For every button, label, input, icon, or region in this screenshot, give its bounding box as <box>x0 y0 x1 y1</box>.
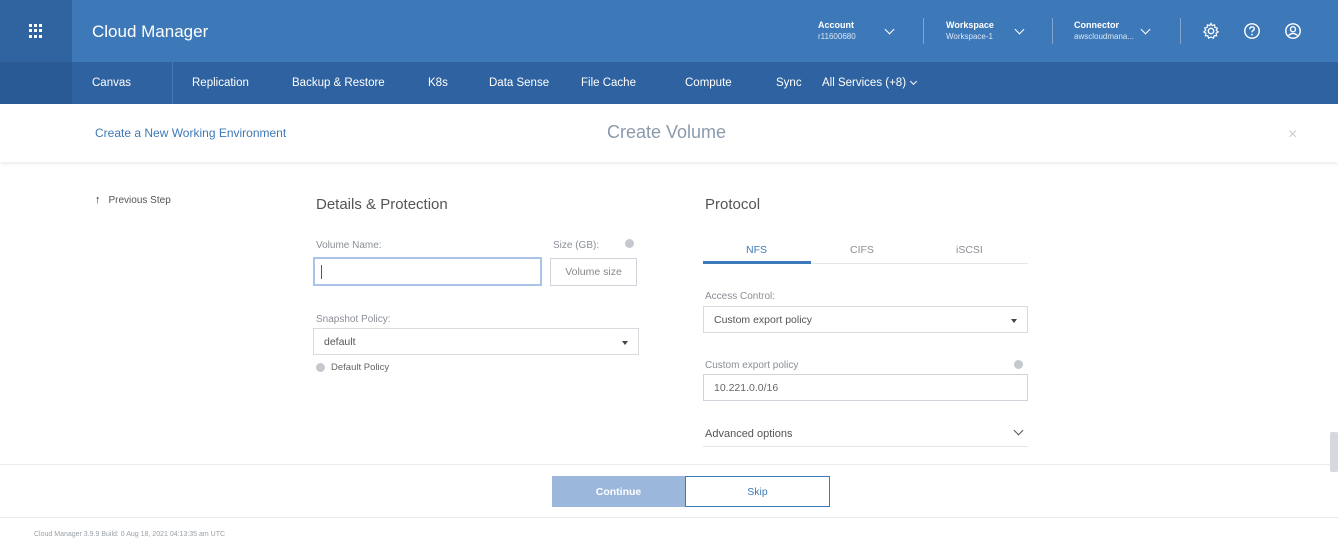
snapshot-policy-value: default <box>324 335 356 348</box>
caret-down-icon <box>622 341 628 345</box>
access-control-label: Access Control: <box>705 291 776 302</box>
divider <box>703 446 1028 447</box>
previous-step-link[interactable]: ↑ Previous Step <box>95 194 171 206</box>
chevron-down-icon[interactable] <box>1013 425 1024 436</box>
grid-icon <box>29 24 43 38</box>
details-section-title: Details & Protection <box>316 196 448 213</box>
nav-item-file-cache[interactable]: File Cache <box>581 62 636 104</box>
account-label: Account <box>818 20 854 30</box>
nav-item-k8s[interactable]: K8s <box>428 62 448 104</box>
caret-down-icon <box>1011 319 1017 323</box>
tab-nfs[interactable]: NFS <box>746 244 767 256</box>
nav-item-all-services[interactable]: All Services (+8) <box>822 62 918 104</box>
header-divider <box>1180 18 1181 44</box>
scrollbar-thumb[interactable] <box>1330 432 1338 472</box>
snapshot-policy-label: Snapshot Policy: <box>316 314 391 325</box>
continue-button[interactable]: Continue <box>552 476 685 507</box>
workspace-value: Workspace-1 <box>946 32 993 41</box>
close-icon[interactable]: × <box>1288 126 1297 144</box>
header-divider <box>923 18 924 44</box>
nav-item-replication[interactable]: Replication <box>192 62 249 104</box>
nav-left-spacer <box>0 62 72 104</box>
access-control-select[interactable]: Custom export policy <box>703 306 1028 333</box>
protocol-tabs: NFS CIFS iSCSI <box>703 240 1028 264</box>
default-policy-label: Default Policy <box>331 362 390 373</box>
nav-item-compute[interactable]: Compute <box>685 62 732 104</box>
protocol-section-title: Protocol <box>705 196 761 213</box>
top-bar: Cloud Manager Account r11600680 Workspac… <box>0 0 1338 62</box>
info-icon[interactable] <box>1014 360 1023 369</box>
chevron-down-icon <box>910 77 918 86</box>
custom-export-policy-value: 10.221.0.0/16 <box>714 381 779 394</box>
connector-selector[interactable]: Connector awscloudmana... <box>1074 16 1151 46</box>
build-info: Cloud Manager 3.9.9 Build: 0 Aug 18, 202… <box>34 531 226 538</box>
access-control-value: Custom export policy <box>714 313 813 326</box>
arrow-up-icon: ↑ <box>95 194 101 206</box>
nav-item-sync[interactable]: Sync <box>776 62 802 104</box>
user-icon[interactable] <box>1284 22 1302 40</box>
volume-size-placeholder: Volume size <box>565 266 622 278</box>
previous-step-label: Previous Step <box>108 195 171 206</box>
custom-export-policy-input[interactable]: 10.221.0.0/16 <box>703 374 1028 401</box>
nav-item-backup-restore[interactable]: Backup & Restore <box>292 62 385 104</box>
default-policy-info: Default Policy <box>316 362 389 373</box>
create-working-environment-link[interactable]: Create a New Working Environment <box>95 126 286 140</box>
active-tab-indicator <box>703 261 811 264</box>
snapshot-policy-select[interactable]: default <box>313 328 639 355</box>
info-icon[interactable] <box>625 239 634 248</box>
page-title: Create Volume <box>607 122 727 142</box>
chevron-down-icon <box>1014 24 1025 34</box>
nav-all-services-label: All Services (+8) <box>822 77 907 89</box>
app-title: Cloud Manager <box>92 22 209 41</box>
help-icon[interactable] <box>1243 22 1261 40</box>
chevron-down-icon <box>1140 24 1151 34</box>
skip-button[interactable]: Skip <box>685 476 830 507</box>
header-divider <box>1052 18 1053 44</box>
account-selector[interactable]: Account r11600680 <box>818 16 895 46</box>
chevron-down-icon <box>884 24 895 34</box>
gear-icon[interactable] <box>1202 22 1220 40</box>
volume-size-input[interactable]: Volume size <box>550 258 637 286</box>
tab-iscsi[interactable]: iSCSI <box>956 244 983 256</box>
account-value: r11600680 <box>818 32 856 41</box>
text-caret <box>321 265 322 279</box>
services-nav: Canvas Replication Backup & Restore K8s … <box>0 62 1338 104</box>
tab-cifs[interactable]: CIFS <box>850 244 874 256</box>
page-subheader: Create a New Working Environment Create … <box>0 104 1338 162</box>
advanced-options-toggle[interactable]: Advanced options <box>705 428 792 440</box>
size-label: Size (GB): <box>553 240 600 251</box>
app-grid-button[interactable] <box>0 0 72 62</box>
connector-label: Connector <box>1074 20 1119 30</box>
workspace-label: Workspace <box>946 20 994 30</box>
nav-divider <box>172 62 173 104</box>
info-icon[interactable] <box>316 363 325 372</box>
workspace-selector[interactable]: Workspace Workspace-1 <box>946 16 1025 46</box>
connector-value: awscloudmana... <box>1074 32 1135 41</box>
volume-name-input[interactable] <box>313 257 542 286</box>
volume-name-label: Volume Name: <box>316 240 382 251</box>
nav-item-data-sense[interactable]: Data Sense <box>489 62 549 104</box>
nav-item-canvas[interactable]: Canvas <box>92 62 131 104</box>
custom-export-policy-label: Custom export policy <box>705 360 799 371</box>
